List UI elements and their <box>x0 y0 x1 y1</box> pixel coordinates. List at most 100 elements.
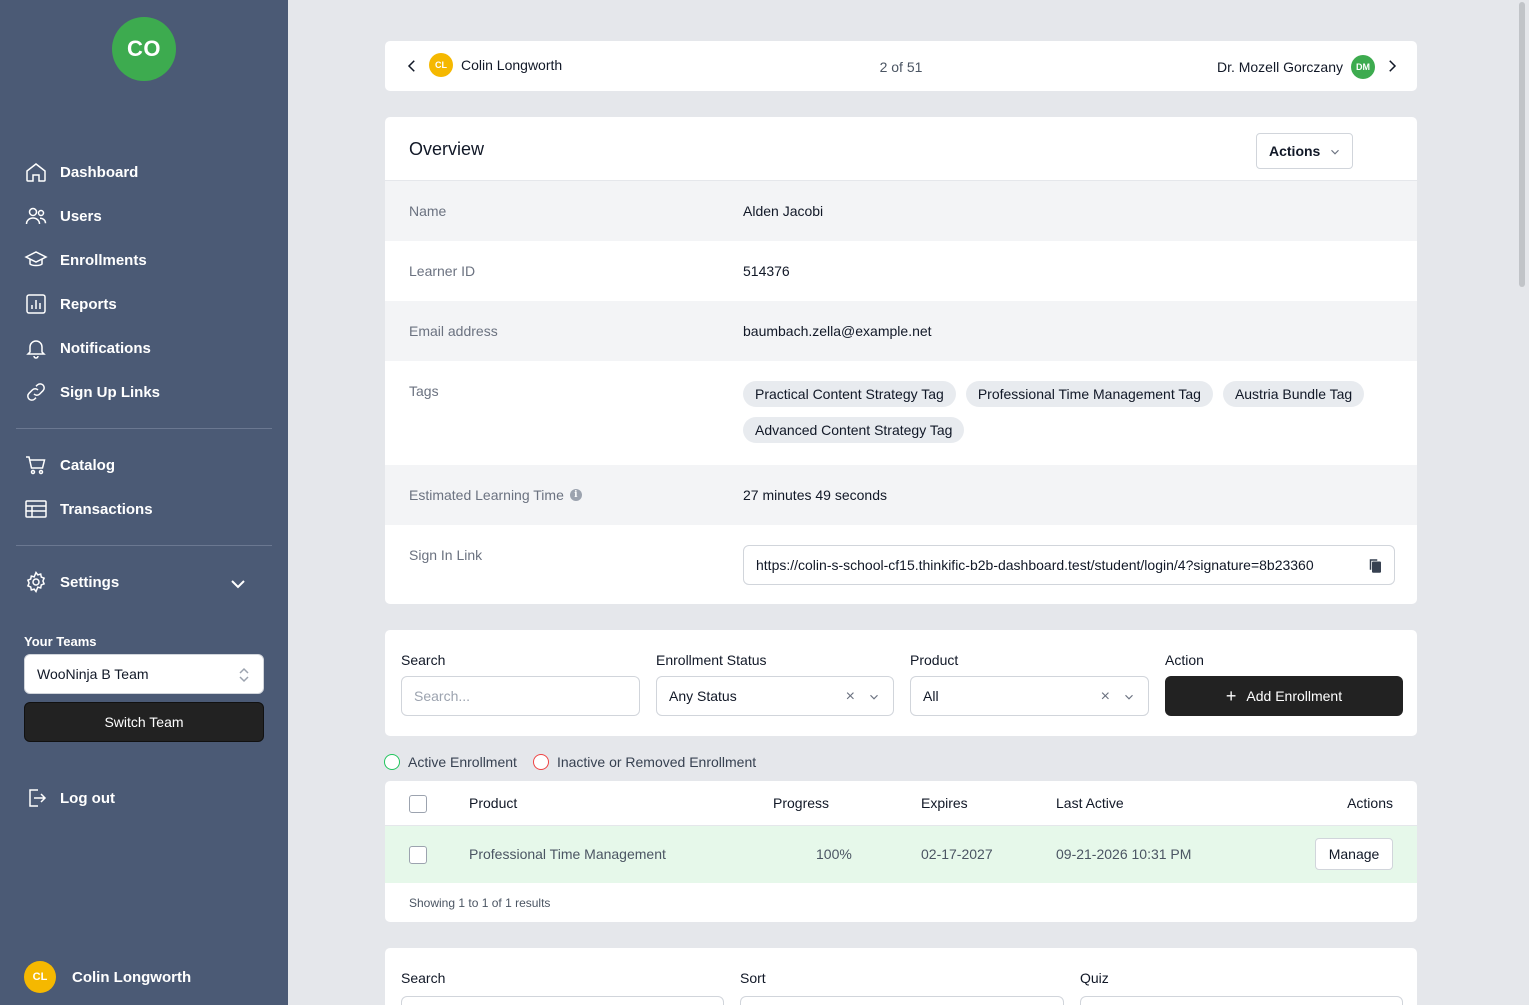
gear-icon <box>26 570 46 594</box>
sign-in-link-field[interactable]: https://colin-s-school-cf15.thinkific-b2… <box>743 545 1395 585</box>
nav-item-settings[interactable]: Settings <box>16 560 272 604</box>
enrollment-legend: Active Enrollment Inactive or Removed En… <box>384 754 772 770</box>
learner-id-value: 514376 <box>743 263 790 279</box>
actions-dropdown-button[interactable]: Actions <box>1256 133 1353 169</box>
select-all-checkbox[interactable] <box>409 795 427 813</box>
status-select[interactable]: Any Status × <box>656 676 894 716</box>
nav-label-enrollments: Enrollments <box>60 251 147 269</box>
clear-icon[interactable]: × <box>846 688 855 706</box>
nav-label-settings: Settings <box>60 573 120 591</box>
logout-icon <box>29 789 47 807</box>
legend-item-active: Active Enrollment <box>384 754 517 770</box>
switch-team-button[interactable]: Switch Team <box>24 702 264 742</box>
current-user[interactable]: CL Colin Longworth <box>24 961 191 993</box>
column-header-product[interactable]: Product <box>469 795 517 811</box>
manage-button[interactable]: Manage <box>1315 838 1393 870</box>
nav-item-reports[interactable]: Reports <box>16 282 272 326</box>
search-input[interactable]: Search... <box>401 676 640 716</box>
row-expires: 02-17-2027 <box>921 846 993 862</box>
link-icon <box>27 383 45 401</box>
sidebar: CO Dashboard Users Enrollments Reports N… <box>0 0 288 1005</box>
plus-icon: + <box>1225 686 1237 706</box>
active-dot-icon <box>384 754 400 770</box>
actions-label: Actions <box>1269 143 1321 159</box>
legend-label: Active Enrollment <box>408 754 517 770</box>
nav-item-enrollments[interactable]: Enrollments <box>16 238 272 282</box>
quiz-search-input[interactable] <box>401 996 724 1005</box>
filter-label: Product <box>910 652 959 668</box>
chevron-down-icon <box>1331 149 1339 155</box>
chevron-down-icon <box>870 694 878 700</box>
product-select[interactable]: All × <box>910 676 1149 716</box>
nav-item-sign-up-links[interactable]: Sign Up Links <box>16 370 272 414</box>
field-label: Name <box>409 203 447 219</box>
next-user-link[interactable]: Dr. Mozell Gorczany DM <box>1217 55 1375 79</box>
bell-icon <box>26 340 46 359</box>
clear-icon[interactable]: × <box>1101 688 1110 706</box>
product-filter: Product All × <box>910 652 1149 716</box>
field-label: Estimated Learning Time i <box>409 487 582 503</box>
table-row: Professional Time Management 100% 02-17-… <box>385 826 1417 883</box>
elt-value: 27 minutes 49 seconds <box>743 487 887 503</box>
product-select-value: All <box>923 688 939 704</box>
filter-label: Enrollment Status <box>656 652 767 668</box>
overview-card: Overview Actions Name Alden Jacobi Learn… <box>384 116 1418 605</box>
team-select-value: WooNinja B Team <box>37 666 149 682</box>
quiz-select[interactable] <box>1080 996 1403 1005</box>
main-nav: Dashboard Users Enrollments Reports Noti… <box>16 150 272 604</box>
column-header-progress[interactable]: Progress <box>773 795 829 811</box>
table-icon <box>25 500 47 518</box>
user-navigator: CL Colin Longworth 2 of 51 Dr. Mozell Go… <box>384 40 1418 92</box>
scrollbar-thumb[interactable] <box>1519 2 1525 287</box>
chevron-right-icon[interactable] <box>1383 57 1401 75</box>
info-icon[interactable]: i <box>569 489 582 501</box>
status-filter: Enrollment Status Any Status × <box>656 652 894 716</box>
nav-label-dashboard: Dashboard <box>60 163 139 181</box>
row-product: Professional Time Management <box>469 846 666 862</box>
add-enrollment-button[interactable]: + Add Enrollment <box>1165 676 1403 716</box>
filter-label: Action <box>1165 652 1204 668</box>
legend-item-inactive: Inactive or Removed Enrollment <box>532 754 757 770</box>
teams-label: Your Teams <box>24 634 97 649</box>
school-logo[interactable]: CO <box>112 17 176 81</box>
row-estimated-learning-time: Estimated Learning Time i 27 minutes 49 … <box>385 465 1417 525</box>
row-learner-id: Learner ID 514376 <box>385 241 1417 301</box>
quiz-sort-select[interactable] <box>740 996 1064 1005</box>
copy-icon[interactable] <box>1366 557 1384 575</box>
nav-item-catalog[interactable]: Catalog <box>16 443 272 487</box>
sign-in-link-value: https://colin-s-school-cf15.thinkific-b2… <box>756 557 1314 573</box>
nav-item-dashboard[interactable]: Dashboard <box>16 150 272 194</box>
users-icon <box>25 207 47 225</box>
quiz-filters: Search Sort Quiz <box>384 947 1418 1005</box>
team-select[interactable]: WooNinja B Team <box>24 654 264 694</box>
column-header-last-active[interactable]: Last Active <box>1056 795 1124 811</box>
tag: Practical Content Strategy Tag <box>743 381 956 407</box>
nav-item-transactions[interactable]: Transactions <box>16 487 272 531</box>
quiz-sort-filter: Sort <box>740 970 1064 1005</box>
logout-link[interactable]: Log out <box>24 776 115 820</box>
column-header-expires[interactable]: Expires <box>921 795 968 811</box>
field-label: Email address <box>409 323 498 339</box>
row-name: Name Alden Jacobi <box>385 181 1417 241</box>
nav-label-transactions: Transactions <box>60 500 153 518</box>
enrollment-filters: Search Search... Enrollment Status Any S… <box>384 629 1418 737</box>
logout-label: Log out <box>60 789 115 807</box>
filter-label: Quiz <box>1080 970 1109 986</box>
tag-list: Practical Content Strategy Tag Professio… <box>743 381 1403 443</box>
nav-item-notifications[interactable]: Notifications <box>16 326 272 370</box>
nav-item-users[interactable]: Users <box>16 194 272 238</box>
tag: Professional Time Management Tag <box>965 381 1213 407</box>
nav-divider <box>16 545 272 546</box>
search-filter: Search Search... <box>401 652 640 716</box>
current-user-name: Colin Longworth <box>72 968 192 986</box>
page-scrollbar[interactable] <box>1517 0 1527 1005</box>
quiz-select-filter: Quiz <box>1080 970 1403 1005</box>
row-checkbox[interactable] <box>409 846 427 864</box>
search-placeholder: Search... <box>414 688 471 704</box>
row-sign-in-link: Sign In Link https://colin-s-school-cf15… <box>385 525 1417 604</box>
nav-label-notifications: Notifications <box>60 339 151 357</box>
graduation-cap-icon <box>24 251 48 267</box>
legend-label: Inactive or Removed Enrollment <box>556 754 757 770</box>
chevron-down-icon <box>231 580 245 589</box>
nav-label-reports: Reports <box>60 295 117 313</box>
